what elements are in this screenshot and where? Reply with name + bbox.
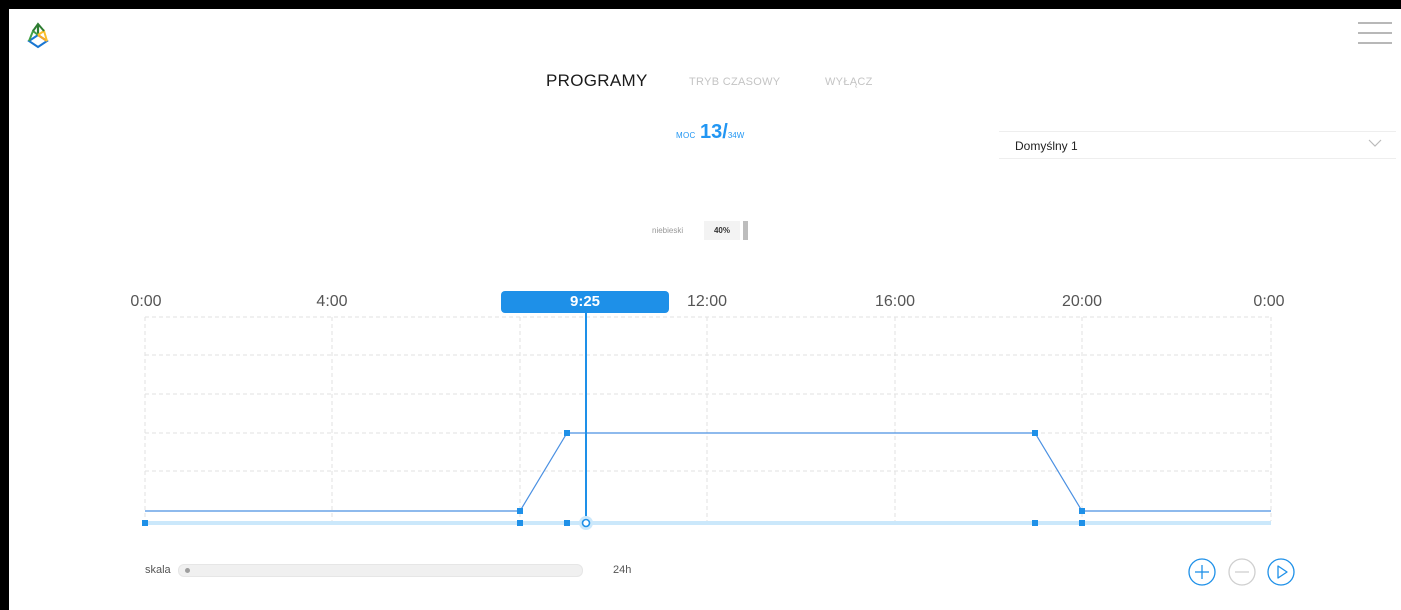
- time-tick-label: 16:00: [874, 293, 916, 310]
- power-readout: MOC 13/34W: [676, 121, 744, 144]
- tab-tryb-czasowy[interactable]: TRYB CZASOWY: [689, 76, 780, 88]
- scale-value: 24h: [613, 564, 632, 576]
- time-tick-label: 0:00: [1253, 293, 1285, 310]
- hamburger-line: [1358, 32, 1392, 34]
- minus-circle-icon[interactable]: [1227, 557, 1257, 587]
- timeline-marker[interactable]: [1032, 520, 1038, 526]
- power-max: 34W: [727, 131, 745, 140]
- timeline-marker[interactable]: [1079, 520, 1085, 526]
- timeline-marker[interactable]: [517, 520, 523, 526]
- tab-programy[interactable]: PROGRAMY: [546, 71, 648, 91]
- current-time-badge[interactable]: 9:25: [501, 291, 669, 313]
- play-circle-icon[interactable]: [1266, 557, 1296, 587]
- hamburger-line: [1358, 42, 1392, 44]
- curve-point-handle[interactable]: [564, 430, 570, 436]
- chevron-down-icon: [1368, 139, 1382, 147]
- intensity-curve: [145, 432, 1271, 512]
- timeline-track[interactable]: [145, 521, 1271, 525]
- time-tick-label: 4:00: [316, 293, 348, 310]
- power-label: MOC: [676, 131, 696, 140]
- timeline-marker[interactable]: [564, 520, 570, 526]
- scale-slider[interactable]: [178, 564, 583, 577]
- channel-name: niebieski: [652, 226, 684, 235]
- graph-grid: [144, 316, 1272, 521]
- program-dropdown[interactable]: Domyślny 1: [999, 131, 1396, 159]
- curve-point-handle[interactable]: [517, 508, 523, 514]
- scale-slider-knob[interactable]: [185, 568, 190, 573]
- hamburger-line: [1358, 22, 1392, 24]
- curve-point-handle[interactable]: [1032, 430, 1038, 436]
- app-window: PROGRAMY TRYB CZASOWY WYŁĄCZ MOC 13/34W …: [9, 9, 1401, 610]
- scale-label: skala: [145, 564, 171, 576]
- timeline-marker[interactable]: [142, 520, 148, 526]
- hamburger-menu-icon[interactable]: [1358, 22, 1392, 46]
- curve-point-handle[interactable]: [1079, 508, 1085, 514]
- channel-level-bar[interactable]: [743, 221, 748, 240]
- tab-wylacz[interactable]: WYŁĄCZ: [825, 76, 873, 88]
- time-tick-label: 12:00: [686, 293, 728, 310]
- time-tick-label: 0:00: [130, 293, 162, 310]
- power-value: 13: [700, 121, 723, 143]
- current-time-handle-dot[interactable]: [581, 518, 591, 528]
- program-selected-value: Domyślny 1: [1015, 139, 1078, 153]
- time-tick-label: 20:00: [1061, 293, 1103, 310]
- plus-circle-icon[interactable]: [1187, 557, 1217, 587]
- cube-logo-icon[interactable]: [24, 21, 54, 51]
- channel-percent: 40%: [704, 221, 740, 240]
